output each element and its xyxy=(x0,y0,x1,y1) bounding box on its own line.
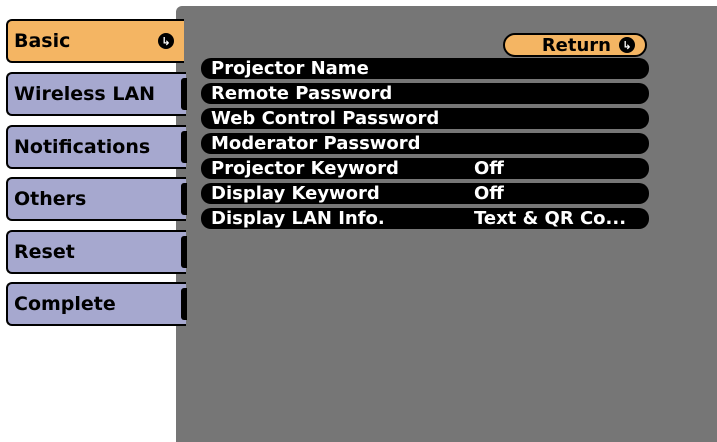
tab-label: Others xyxy=(14,188,87,210)
tab-complete[interactable]: Complete xyxy=(6,282,187,326)
menu-item-label: Projector Name xyxy=(211,58,369,79)
enter-icon: ↳ xyxy=(158,33,174,49)
menu-item-web-control-password[interactable]: Web Control Password xyxy=(201,108,649,129)
tab-basic[interactable]: Basic ↳ xyxy=(6,19,184,63)
menu-item-value: Text & QR Co... xyxy=(474,208,627,229)
menu-item-display-keyword[interactable]: Display Keyword Off xyxy=(201,183,649,204)
menu-item-label: Display Keyword xyxy=(211,183,380,204)
menu-item-label: Display LAN Info. xyxy=(211,208,385,229)
tab-reset[interactable]: Reset xyxy=(6,230,187,274)
tab-label: Reset xyxy=(14,241,75,263)
tab-label: Basic xyxy=(14,30,71,52)
menu-item-display-lan-info[interactable]: Display LAN Info. Text & QR Co... xyxy=(201,208,649,229)
menu-item-projector-name[interactable]: Projector Name xyxy=(201,58,649,79)
menu-item-value: Off xyxy=(474,183,504,204)
menu-item-label: Moderator Password xyxy=(211,133,421,154)
menu-item-remote-password[interactable]: Remote Password xyxy=(201,83,649,104)
menu-item-label: Remote Password xyxy=(211,83,393,104)
menu-item-label: Web Control Password xyxy=(211,108,440,129)
tab-label: Complete xyxy=(14,293,116,315)
return-label: Return xyxy=(541,34,611,56)
tab-others[interactable]: Others xyxy=(6,177,187,221)
menu-item-label: Projector Keyword xyxy=(211,158,399,179)
enter-icon: ↳ xyxy=(619,37,635,53)
settings-menu: Projector Name Remote Password Web Contr… xyxy=(201,58,649,233)
return-button[interactable]: Return ↳ xyxy=(503,33,647,57)
menu-item-moderator-password[interactable]: Moderator Password xyxy=(201,133,649,154)
tab-notifications[interactable]: Notifications xyxy=(6,125,187,169)
tab-wireless-lan[interactable]: Wireless LAN xyxy=(6,72,187,116)
tab-label: Notifications xyxy=(14,136,151,158)
tab-label: Wireless LAN xyxy=(14,83,156,105)
menu-item-projector-keyword[interactable]: Projector Keyword Off xyxy=(201,158,649,179)
menu-item-value: Off xyxy=(474,158,504,179)
